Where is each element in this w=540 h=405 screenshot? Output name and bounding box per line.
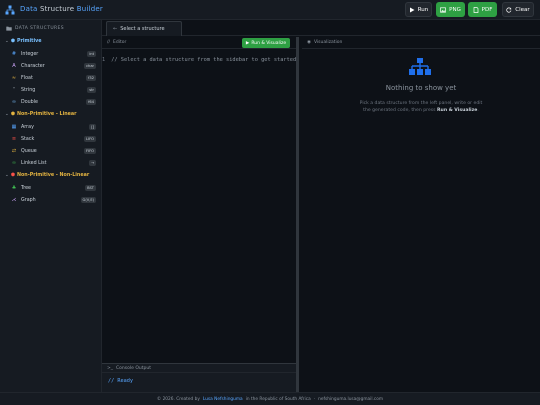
play-icon: ▶ [245,40,250,46]
terminal-icon: >_ [107,365,114,371]
logo-icon [5,5,15,15]
sidebar: DATA STRUCTURES ⌄ ⬢ Primitive # Integer … [0,20,102,392]
console-output: // Ready [108,378,133,384]
category-linear[interactable]: ⌄ ⬢ Non-Primitive - Linear [5,112,77,117]
empty-state-description: Pick a data structure from the left pane… [359,101,483,113]
wave-icon: ≈ [11,75,17,81]
export-pdf-button[interactable]: PDF [468,2,497,17]
tab-select-structure[interactable]: ← Select a structure [106,21,182,36]
type-badge: char [84,63,96,69]
chip-icon: ⬢ [10,39,15,44]
chevron-down-icon: ⌄ [5,39,9,44]
refresh-icon [506,7,512,13]
author-link[interactable]: Lusa Nefshinguma [203,397,243,402]
sidebar-item-float[interactable]: ≈ Float f32 [10,73,96,83]
email-link[interactable]: nefshinguma.lusa@gmail.com [318,397,383,402]
code-editor[interactable]: 1 // Select a data structure from the si… [102,57,296,67]
visualization-panel: ◉ Visualization Nothing to show yet Pick… [302,37,540,392]
sidebar-item-double[interactable]: ∞ Double f64 [10,97,96,107]
document-icon [473,6,478,13]
tree-diagram-icon [409,58,431,75]
console-panel: >_ Console Output // Ready [102,363,296,392]
run-visualize-button[interactable]: ▶ Run & Visualize [242,38,290,48]
image-icon [440,6,446,13]
type-badge: f64 [86,99,96,105]
folder-icon [6,26,12,31]
sidebar-item-queue[interactable]: ⇄ Queue FIFO [10,146,96,156]
sidebar-header: DATA STRUCTURES [6,26,64,31]
code-line: // Select a data structure from the side… [111,57,296,63]
sidebar-item-tree[interactable]: ♣ Tree BST [10,183,96,193]
editor-header: // Editor ▶ Run & Visualize [102,37,296,49]
empty-state-title: Nothing to show yet [385,84,457,92]
eye-icon: ◉ [307,40,311,45]
tab-bar: ← Select a structure [102,20,540,36]
hash-icon: # [11,51,17,57]
letter-a-icon: A [12,63,16,69]
play-icon [409,7,415,12]
sidebar-item-integer[interactable]: # Integer int [10,49,96,59]
app-title: Data Structure Builder [20,5,103,13]
queue-icon: ⇄ [11,148,17,154]
footer: © 2026. Created by Lusa Nefshinguma in t… [0,392,540,405]
code-icon: // [107,40,111,45]
sidebar-item-character[interactable]: A Character char [10,61,96,71]
category-non-linear[interactable]: ⌄ ⬢ Non-Primitive - Non-Linear [5,173,89,178]
infinity-icon: ∞ [11,99,17,105]
type-badge: str [87,87,96,93]
visualization-header: ◉ Visualization [302,37,540,49]
run-button[interactable]: Run [405,2,432,17]
type-badge: → [88,160,96,166]
type-badge: G(V,E) [80,197,96,203]
sidebar-item-stack[interactable]: ≡ Stack LIFO [10,134,96,144]
arrow-left-icon: ← [113,26,118,32]
link-icon: ∞ [11,160,17,166]
type-badge: f32 [86,75,96,81]
graph-icon: ⋌ [11,197,17,203]
export-png-button[interactable]: PNG [436,2,465,17]
line-number: 1 [102,57,106,63]
sidebar-item-graph[interactable]: ⋌ Graph G(V,E) [10,195,96,205]
chip-icon: ⬢ [10,112,15,117]
type-badge: LIFO [84,136,96,142]
sidebar-item-linked-list[interactable]: ∞ Linked List → [10,158,96,168]
editor-panel: // Editor ▶ Run & Visualize 1 // Select … [102,37,299,392]
console-header: >_ Console Output [102,364,296,373]
type-badge: int [87,51,96,57]
quote-icon: “ [12,87,16,93]
type-badge: FIFO [83,148,96,154]
type-badge: BST [85,185,96,191]
chip-icon: ⬢ [10,173,15,178]
stack-icon: ≡ [11,136,17,142]
app-header: Data Structure Builder Run PNG PDF Clear [0,0,540,20]
clear-button[interactable]: Clear [502,2,534,17]
chevron-down-icon: ⌄ [5,112,9,117]
tree-icon: ♣ [11,185,17,191]
type-badge: [] [89,124,96,130]
sidebar-item-string[interactable]: “ String str [10,85,96,95]
sidebar-item-array[interactable]: ▦ Array [] [10,122,96,132]
category-primitive[interactable]: ⌄ ⬢ Primitive [5,39,41,44]
grid-icon: ▦ [11,124,17,130]
chevron-down-icon: ⌄ [5,173,9,178]
